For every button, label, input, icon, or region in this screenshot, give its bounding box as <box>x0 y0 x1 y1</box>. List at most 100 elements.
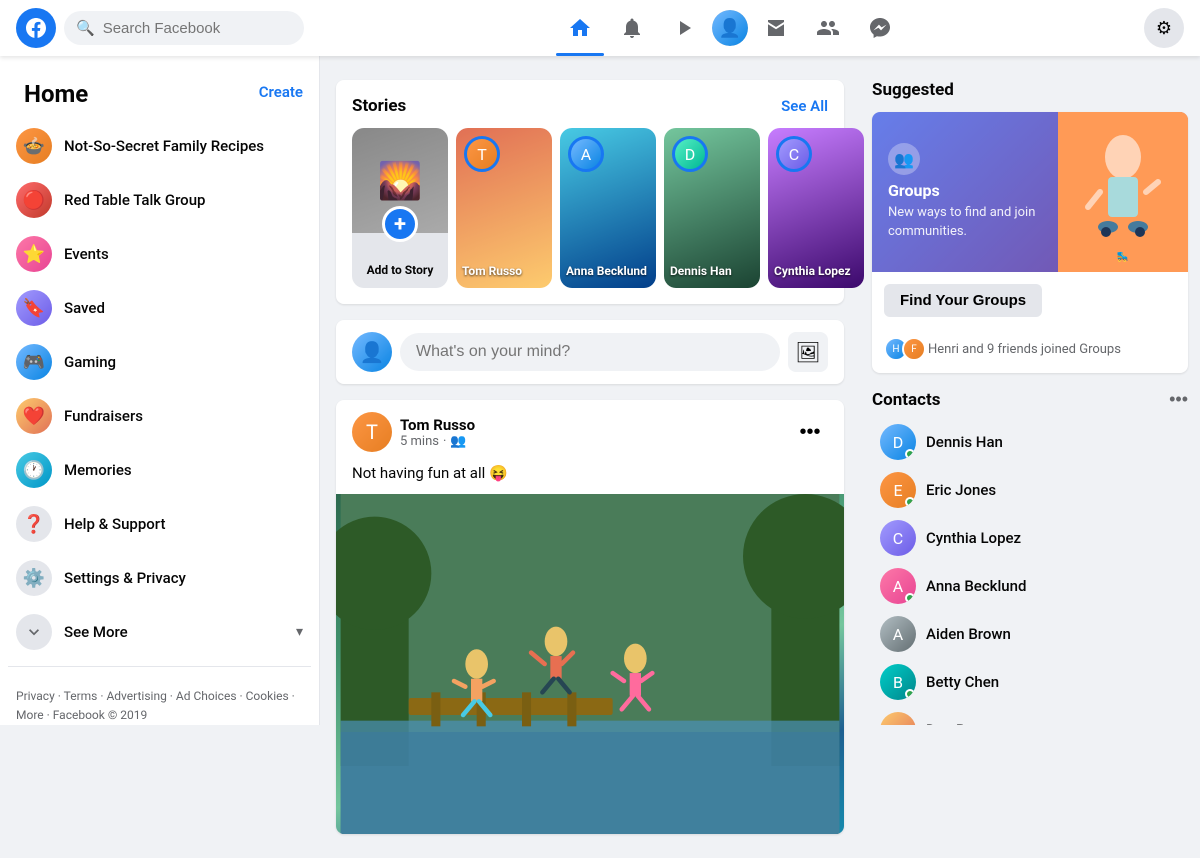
top-navigation: 🔍 👤 ⚙ <box>0 0 1200 56</box>
story-cynthia-lopez[interactable]: C Cynthia Lopez <box>768 128 864 288</box>
contact-avatar-aiden-brown: A <box>880 616 916 652</box>
sidebar-item-settings[interactable]: ⚙️ Settings & Privacy <box>8 552 311 604</box>
main-layout: Home Create 🍲 Not-So-Secret Family Recip… <box>0 56 1200 858</box>
sidebar-item-label-events: Events <box>64 245 109 263</box>
sidebar-footer: Privacy · Terms · Advertising · Ad Choic… <box>8 675 311 725</box>
contacts-more-button[interactable]: ••• <box>1169 389 1188 410</box>
sidebar-item-saved[interactable]: 🔖 Saved <box>8 282 311 334</box>
sidebar-item-fundraisers[interactable]: ❤️ Fundraisers <box>8 390 311 442</box>
groups-banner-subtitle: New ways to find and join communities. <box>888 204 1042 240</box>
footer-advertising[interactable]: Advertising <box>106 689 166 703</box>
story-tom-russo[interactable]: T Tom Russo <box>456 128 552 288</box>
sidebar-item-see-more[interactable]: See More ▾ <box>8 606 311 658</box>
user-avatar-nav[interactable]: 👤 <box>712 10 748 46</box>
contact-avatar-cynthia-lopez: C <box>880 520 916 556</box>
contact-name-betty-chen: Betty Chen <box>926 673 999 691</box>
search-bar[interactable]: 🔍 <box>64 11 304 45</box>
tom-russo-story-avatar: T <box>464 136 500 172</box>
footer-ad-choices[interactable]: Ad Choices <box>176 689 237 703</box>
sidebar-item-memories[interactable]: 🕐 Memories <box>8 444 311 496</box>
svg-text:🛼: 🛼 <box>1117 251 1129 263</box>
contact-name-anna-becklund: Anna Becklund <box>926 577 1026 595</box>
sidebar-divider <box>8 666 311 667</box>
contact-name-aiden-brown: Aiden Brown <box>926 625 1011 643</box>
dennis-han-story-name: Dennis Han <box>670 264 754 280</box>
footer-terms[interactable]: Terms <box>64 689 98 703</box>
red-table-icon: 🔴 <box>16 182 52 218</box>
see-all-link[interactable]: See All <box>781 97 828 115</box>
find-groups-button[interactable]: Find Your Groups <box>884 284 1042 317</box>
contacts-header: Contacts ••• <box>872 389 1188 410</box>
help-icon: ❓ <box>16 506 52 542</box>
sidebar-header: Home Create <box>8 72 311 120</box>
sidebar-create-button[interactable]: Create <box>259 83 303 101</box>
add-story-label: Add to Story <box>352 257 448 285</box>
story-add-card[interactable]: 🌄 + Add to Story <box>352 128 448 288</box>
footer-cookies[interactable]: Cookies <box>246 689 289 703</box>
contact-item-dan-brown[interactable]: D Dan Brown <box>872 706 1188 725</box>
post-more-button[interactable]: ••• <box>792 414 828 450</box>
post-user-name: Tom Russo <box>400 416 475 434</box>
home-nav-button[interactable] <box>556 4 604 52</box>
marketplace-nav-button[interactable] <box>752 4 800 52</box>
contact-item-anna-becklund[interactable]: A Anna Becklund <box>872 562 1188 610</box>
groups-banner: 👥 Groups New ways to find and join commu… <box>872 112 1188 272</box>
sidebar-item-help[interactable]: ❓ Help & Support <box>8 498 311 550</box>
post-input[interactable] <box>400 333 780 371</box>
left-sidebar: Home Create 🍲 Not-So-Secret Family Recip… <box>0 56 320 725</box>
memories-icon: 🕐 <box>16 452 52 488</box>
add-story-plus: + <box>382 206 418 242</box>
sidebar-item-gaming[interactable]: 🎮 Gaming <box>8 336 311 388</box>
contact-item-betty-chen[interactable]: B Betty Chen <box>872 658 1188 706</box>
contact-item-eric-jones[interactable]: E Eric Jones <box>872 466 1188 514</box>
post-image <box>336 494 844 834</box>
dennis-han-story-avatar: D <box>672 136 708 172</box>
friend-avatar-2: F <box>902 337 926 361</box>
post-time-unit: · <box>443 434 446 449</box>
contact-avatar-betty-chen: B <box>880 664 916 700</box>
contact-item-dennis-han[interactable]: D Dennis Han <box>872 418 1188 466</box>
sidebar-item-label-gaming: Gaming <box>64 353 116 371</box>
post-shared-icon: 👥 <box>450 434 466 449</box>
post-photo-button[interactable]: 🖼 <box>788 332 828 372</box>
sidebar-item-label-help: Help & Support <box>64 515 165 533</box>
notifications-nav-button[interactable] <box>608 4 656 52</box>
sidebar-item-label-red-table: Red Table Talk Group <box>64 191 205 209</box>
contact-item-cynthia-lopez[interactable]: C Cynthia Lopez <box>872 514 1188 562</box>
online-indicator <box>905 689 915 699</box>
contact-item-aiden-brown[interactable]: A Aiden Brown <box>872 610 1188 658</box>
settings-button[interactable]: ⚙ <box>1144 8 1184 48</box>
anna-becklund-story-name: Anna Becklund <box>566 264 650 280</box>
groups-nav-button[interactable] <box>804 4 852 52</box>
messenger-nav-button[interactable] <box>856 4 904 52</box>
sidebar-item-recipes[interactable]: 🍲 Not-So-Secret Family Recipes <box>8 120 311 172</box>
saved-icon: 🔖 <box>16 290 52 326</box>
story-anna-becklund[interactable]: A Anna Becklund <box>560 128 656 288</box>
story-dennis-han[interactable]: D Dennis Han <box>664 128 760 288</box>
facebook-logo[interactable] <box>16 8 56 48</box>
groups-banner-title: Groups <box>888 181 1042 200</box>
contact-avatar-anna-becklund: A <box>880 568 916 604</box>
right-sidebar: Suggested 👥 Groups New ways to find and … <box>860 56 1200 725</box>
friends-avatars: H F <box>884 337 920 361</box>
footer-privacy[interactable]: Privacy <box>16 689 55 703</box>
sidebar-item-red-table[interactable]: 🔴 Red Table Talk Group <box>8 174 311 226</box>
sidebar-item-label-fundraisers: Fundraisers <box>64 407 143 425</box>
suggested-groups-card: 👥 Groups New ways to find and join commu… <box>872 112 1188 373</box>
feed-post-user-info: T Tom Russo 5 mins · 👥 <box>352 412 475 452</box>
search-input[interactable] <box>103 20 292 37</box>
sidebar-item-events[interactable]: ⭐ Events <box>8 228 311 280</box>
see-more-icon <box>16 614 52 650</box>
stories-row: 🌄 + Add to Story T Tom Russo A Anna Beck… <box>352 128 828 288</box>
fundraisers-icon: ❤️ <box>16 398 52 434</box>
stories-section: Stories See All 🌄 + Add to Story T Tom R… <box>336 80 844 304</box>
footer-more[interactable]: More <box>16 708 44 722</box>
feed-area: Stories See All 🌄 + Add to Story T Tom R… <box>320 56 860 858</box>
suggested-title: Suggested <box>872 80 1188 100</box>
cynthia-lopez-story-avatar: C <box>776 136 812 172</box>
sidebar-item-label-settings: Settings & Privacy <box>64 569 186 587</box>
groups-banner-bg: 👥 Groups New ways to find and join commu… <box>872 112 1188 272</box>
contact-name-cynthia-lopez: Cynthia Lopez <box>926 529 1021 547</box>
watch-nav-button[interactable] <box>660 4 708 52</box>
settings-privacy-icon: ⚙️ <box>16 560 52 596</box>
